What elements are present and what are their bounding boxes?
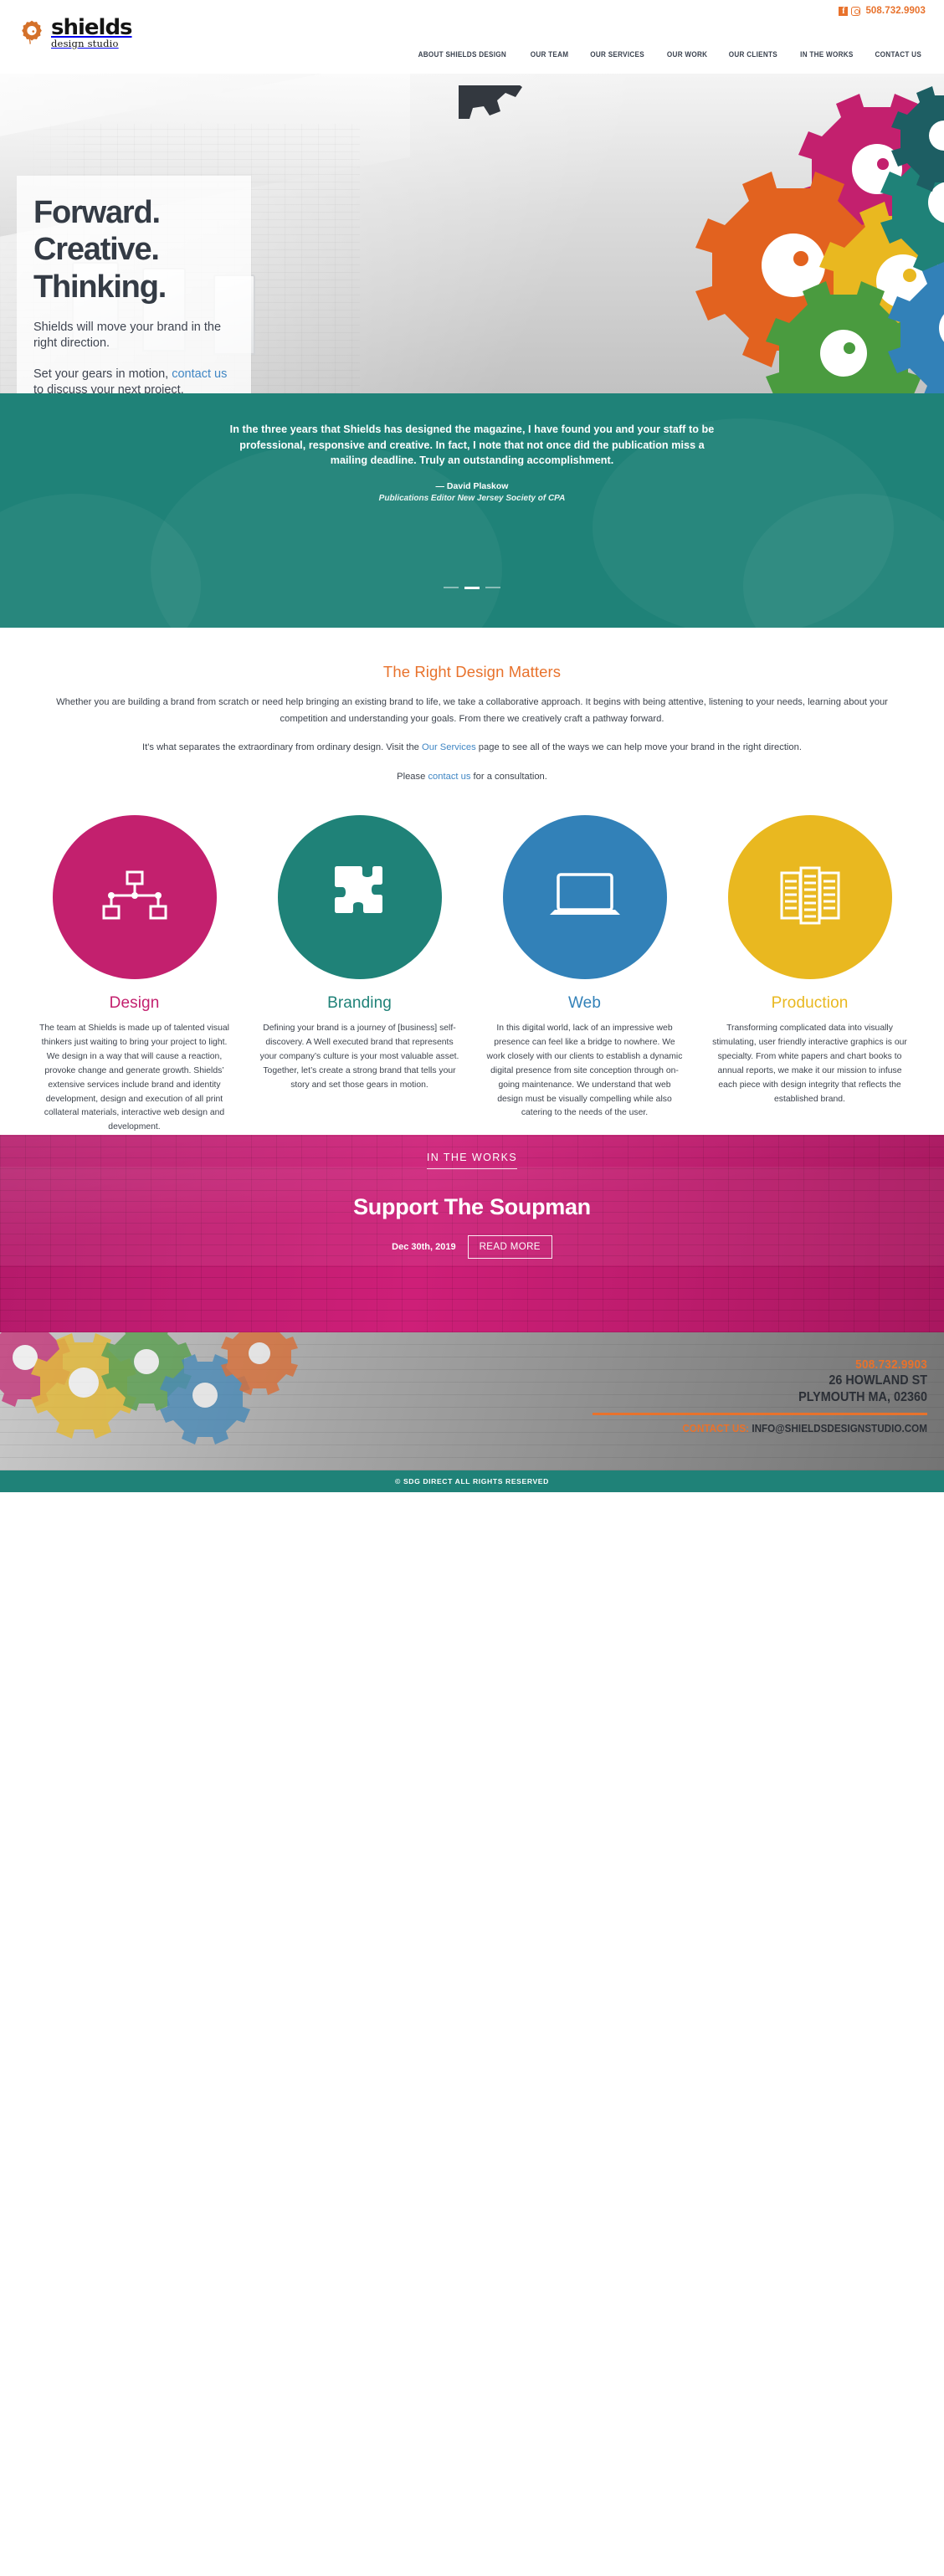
in-the-works-meta: Dec 30th, 2019 READ MORE xyxy=(0,1235,944,1260)
service-body-branding: Defining your brand is a journey of [bus… xyxy=(259,1024,459,1090)
decorative-blob-2 xyxy=(151,444,502,628)
testimonial-author-role: Publications Editor New Jersey Society o… xyxy=(378,493,566,503)
hero-paragraph-1: Shields will move your brand in the righ… xyxy=(33,321,222,351)
testimonial-author: — David Plaskow xyxy=(435,480,509,491)
hero-paragraph-2-post: to discuss your next project. xyxy=(33,382,184,393)
node-graph-icon xyxy=(101,870,168,926)
footer-gears-graphic xyxy=(0,1332,298,1445)
services-section: Design The team at Shields is made up of… xyxy=(0,785,944,1136)
service-icon-circle-web xyxy=(502,815,667,980)
hero-contact-us-link[interactable]: contact us xyxy=(172,367,227,381)
footer-divider-rule xyxy=(593,1412,927,1415)
testimonial-quote: In the three years that Shields has desi… xyxy=(229,423,715,467)
footer-email-row[interactable]: CONTACT US: INFO@SHIELDSDESIGNSTUDIO.COM xyxy=(626,1422,927,1434)
copyright-bar: © SDG DIRECT ALL RIGHTS RESERVED xyxy=(0,1470,944,1493)
service-title-production: Production xyxy=(771,994,849,1013)
hero-headline-line-3: Thinking. xyxy=(33,269,167,305)
nav-item-our-services[interactable]: OUR SERVICES xyxy=(591,50,645,59)
service-title-web: Web xyxy=(567,994,602,1013)
section-heading: The Right Design Matters xyxy=(382,663,562,680)
footer-address-line-2: PLYMOUTH MA, 02360 xyxy=(798,1390,927,1405)
service-card-web[interactable]: Web In this digital world, lack of an im… xyxy=(480,815,690,1135)
service-body-web: In this digital world, lack of an impres… xyxy=(486,1024,683,1118)
footer-contact-label: CONTACT US: xyxy=(682,1421,750,1434)
social-and-phone: f 508.732.9903 xyxy=(839,6,926,16)
slider-dot-1[interactable] xyxy=(444,587,459,588)
puzzle-piece-icon xyxy=(328,864,392,931)
top-utility-bar: f 508.732.9903 xyxy=(0,0,944,35)
right-design-matters-section: The Right Design Matters Whether you are… xyxy=(0,628,944,786)
nav-item-our-work[interactable]: OUR WORK xyxy=(667,50,707,59)
slider-dot-3[interactable] xyxy=(485,587,500,588)
slider-dot-2-active[interactable] xyxy=(464,587,480,589)
rdm-p3-pre: Please xyxy=(397,771,428,782)
testimonial-section: In the three years that Shields has desi… xyxy=(0,393,944,628)
site-footer: 508.732.9903 26 HOWLAND ST PLYMOUTH MA, … xyxy=(0,1332,944,1471)
service-icon-circle-production xyxy=(727,815,892,980)
logo-wordmark: shields xyxy=(51,15,133,40)
instagram-icon[interactable] xyxy=(851,6,861,16)
rdm-paragraph-2: It's what separates the extraordinary fr… xyxy=(49,740,895,757)
hero-paragraph-2-pre: Set your gears in motion, xyxy=(33,367,172,381)
in-the-works-section: IN THE WORKS Support The Soupman Dec 30t… xyxy=(0,1135,944,1333)
in-the-works-label: IN THE WORKS xyxy=(426,1152,518,1170)
service-title-design: Design xyxy=(109,994,160,1013)
rdm-paragraph-3: Please contact us for a consultation. xyxy=(49,769,895,786)
rdm-p3-post: for a consultation. xyxy=(470,771,547,782)
site-header: shields design studio ABOUT SHIELDS DESI… xyxy=(0,17,944,74)
service-icon-circle-design xyxy=(52,815,217,980)
hero-gears-graphic xyxy=(459,85,944,393)
in-the-works-post-title[interactable]: Support The Soupman xyxy=(0,1194,944,1220)
gear-logo-icon xyxy=(18,19,45,46)
rdm-p2-pre: It's what separates the extraordinary fr… xyxy=(142,742,423,753)
hero-copy-card: Forward. Creative. Thinking. Shields wil… xyxy=(17,176,251,393)
logo-tagline: design studio xyxy=(51,38,119,49)
service-card-design[interactable]: Design The team at Shields is made up of… xyxy=(30,815,239,1135)
laptop-icon xyxy=(548,870,622,926)
service-body-design: The team at Shields is made up of talent… xyxy=(39,1024,229,1132)
footer-email-address[interactable]: INFO@SHIELDSDESIGNSTUDIO.COM xyxy=(752,1422,927,1434)
nav-item-our-clients[interactable]: OUR CLIENTS xyxy=(729,50,777,59)
footer-phone[interactable]: 508.732.9903 xyxy=(626,1357,927,1372)
hero-headline: Forward. Creative. Thinking. xyxy=(33,194,234,305)
hero-headline-line-1: Forward. xyxy=(33,195,161,230)
main-navigation: ABOUT SHIELDS DESIGN OUR TEAM OUR SERVIC… xyxy=(411,50,944,59)
rdm-p2-post: page to see all of the ways we can help … xyxy=(475,742,802,753)
nav-item-about-shields-design[interactable]: ABOUT SHIELDS DESIGN xyxy=(418,50,505,59)
service-card-production[interactable]: Production Transforming complicated data… xyxy=(705,815,915,1135)
facebook-icon[interactable]: f xyxy=(839,6,849,16)
read-more-button[interactable]: READ MORE xyxy=(467,1235,552,1260)
documents-icon xyxy=(778,865,842,931)
rdm-paragraph-1: Whether you are building a brand from sc… xyxy=(56,697,888,724)
hero-paragraph-2: Set your gears in motion, contact us to … xyxy=(33,367,234,393)
rdm-contact-us-link[interactable]: contact us xyxy=(428,772,470,782)
hero-headline-line-2: Creative. xyxy=(33,232,160,268)
service-card-branding[interactable]: Branding Defining your brand is a journe… xyxy=(255,815,464,1135)
service-icon-circle-branding xyxy=(277,815,442,980)
service-body-production: Transforming complicated data into visua… xyxy=(712,1024,907,1104)
in-the-works-post-date: Dec 30th, 2019 xyxy=(392,1242,456,1253)
testimonial-slider-pagination xyxy=(0,587,944,589)
site-logo[interactable]: shields design studio xyxy=(18,15,133,49)
nav-item-contact-us[interactable]: CONTACT US xyxy=(875,50,922,59)
header-phone-number[interactable]: 508.732.9903 xyxy=(865,6,926,16)
our-services-link[interactable]: Our Services xyxy=(422,742,476,752)
nav-item-our-team[interactable]: OUR TEAM xyxy=(531,50,569,59)
hero-section: Forward. Creative. Thinking. Shields wil… xyxy=(0,74,944,393)
footer-contact-block: 508.732.9903 26 HOWLAND ST PLYMOUTH MA, … xyxy=(593,1357,927,1434)
footer-address-line-1: 26 HOWLAND ST xyxy=(829,1373,927,1388)
nav-item-in-the-works[interactable]: IN THE WORKS xyxy=(800,50,853,59)
service-title-branding: Branding xyxy=(327,994,392,1013)
